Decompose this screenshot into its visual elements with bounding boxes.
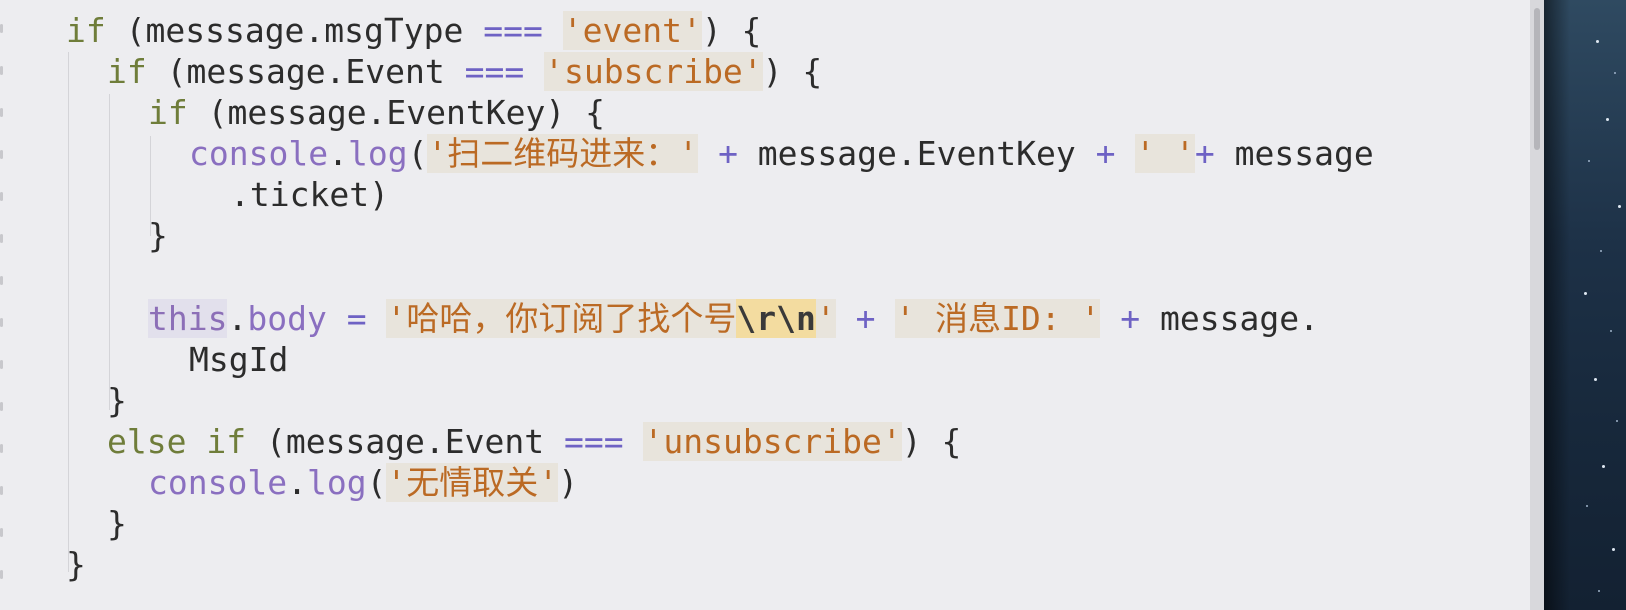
token-operator: + (1120, 299, 1141, 338)
token-string: ' 消息ID: ' (895, 299, 1101, 338)
token-object: console (148, 463, 288, 502)
token-text: message (1214, 134, 1374, 173)
code-line-8: MsgId (189, 339, 288, 381)
token-keyword: else (107, 422, 187, 461)
token-paren: ) (558, 463, 579, 502)
token-string: '扫二维码进来：' (427, 134, 699, 173)
token-keyword: if (148, 93, 188, 132)
code-line-9: } (107, 380, 127, 422)
token-string: 'subscribe' (544, 52, 763, 91)
token-operator: + (855, 299, 876, 338)
token-brace: } (148, 216, 168, 255)
token-text: ) { (901, 422, 962, 461)
code-line-13: } (66, 544, 86, 586)
token-operator: === (483, 11, 543, 50)
desktop-background (1544, 0, 1626, 610)
scrollbar-thumb[interactable] (1534, 8, 1540, 150)
code-line-10: else if (message.Event === 'unsubscribe'… (107, 421, 961, 463)
token-operator: + (1194, 134, 1215, 173)
code-line-3: if (message.EventKey) { (148, 92, 605, 134)
token-dot: . (287, 463, 307, 502)
token-text: .ticket) (230, 175, 389, 214)
token-text: MsgId (189, 340, 289, 379)
code-line-2: if (message.Event === 'subscribe') { (107, 51, 822, 93)
token-string: '无情取关' (386, 463, 559, 502)
token-string: '哈哈，你订阅了找个号 (386, 299, 737, 338)
sidebar-shadow (1544, 0, 1570, 610)
star (1588, 160, 1590, 162)
star (1594, 378, 1597, 381)
star (1612, 548, 1615, 551)
star (1614, 72, 1616, 74)
token-this: this (148, 299, 228, 338)
star (1596, 40, 1599, 43)
token-escape: \r\n (736, 299, 816, 338)
token-operator: === (564, 422, 624, 461)
code-area[interactable]: if (messsage.msgType === 'event') { if (… (0, 0, 1500, 610)
code-editor[interactable]: if (messsage.msgType === 'event') { if (… (0, 0, 1530, 610)
star (1584, 292, 1587, 295)
token-operator: = (346, 299, 367, 338)
star (1602, 465, 1605, 468)
token-operator: + (1095, 134, 1116, 173)
token-paren: ( (407, 134, 428, 173)
token-string: ' ' (1135, 134, 1195, 173)
star (1618, 205, 1621, 208)
code-line-6: } (148, 215, 168, 257)
code-line-11: console.log('无情取关') (148, 462, 578, 504)
token-text: (message.Event (146, 52, 465, 91)
token-string: ' (815, 299, 836, 338)
code-line-1: if (messsage.msgType === 'event') { (66, 10, 761, 52)
code-line-4: console.log('扫二维码进来：' + message.EventKey… (189, 133, 1374, 175)
token-operator: === (464, 52, 525, 91)
code-line-5: .ticket) (230, 174, 389, 216)
token-keyword: if (206, 422, 247, 461)
token-string: 'unsubscribe' (643, 422, 902, 461)
token-dot: . (227, 299, 248, 338)
token-property: body (247, 299, 327, 338)
star (1606, 118, 1609, 121)
token-brace: } (107, 504, 127, 543)
token-brace: } (66, 545, 86, 584)
token-text: (messsage.msgType (105, 11, 484, 50)
star (1598, 590, 1600, 592)
token-keyword: if (107, 52, 147, 91)
token-text: (message.EventKey) { (187, 93, 605, 132)
token-function: log (347, 134, 408, 173)
token-function: log (306, 463, 367, 502)
star (1616, 420, 1618, 422)
token-paren: ( (366, 463, 387, 502)
code-line-7: this.body = '哈哈，你订阅了找个号\r\n' + ' 消息ID: '… (148, 298, 1319, 340)
token-text: ) { (762, 52, 823, 91)
token-text: (message.Event (246, 422, 564, 461)
token-text: message. (1140, 299, 1319, 338)
token-text: ) { (701, 11, 762, 50)
token-dot: . (328, 134, 348, 173)
token-text: message.EventKey (737, 134, 1096, 173)
star (1586, 505, 1588, 507)
token-keyword: if (66, 11, 106, 50)
token-object: console (189, 134, 329, 173)
token-string: 'event' (562, 11, 702, 50)
star (1610, 330, 1612, 332)
token-brace: } (107, 381, 127, 420)
star (1600, 250, 1602, 252)
code-line-12: } (107, 503, 127, 545)
token-operator: + (718, 134, 738, 173)
